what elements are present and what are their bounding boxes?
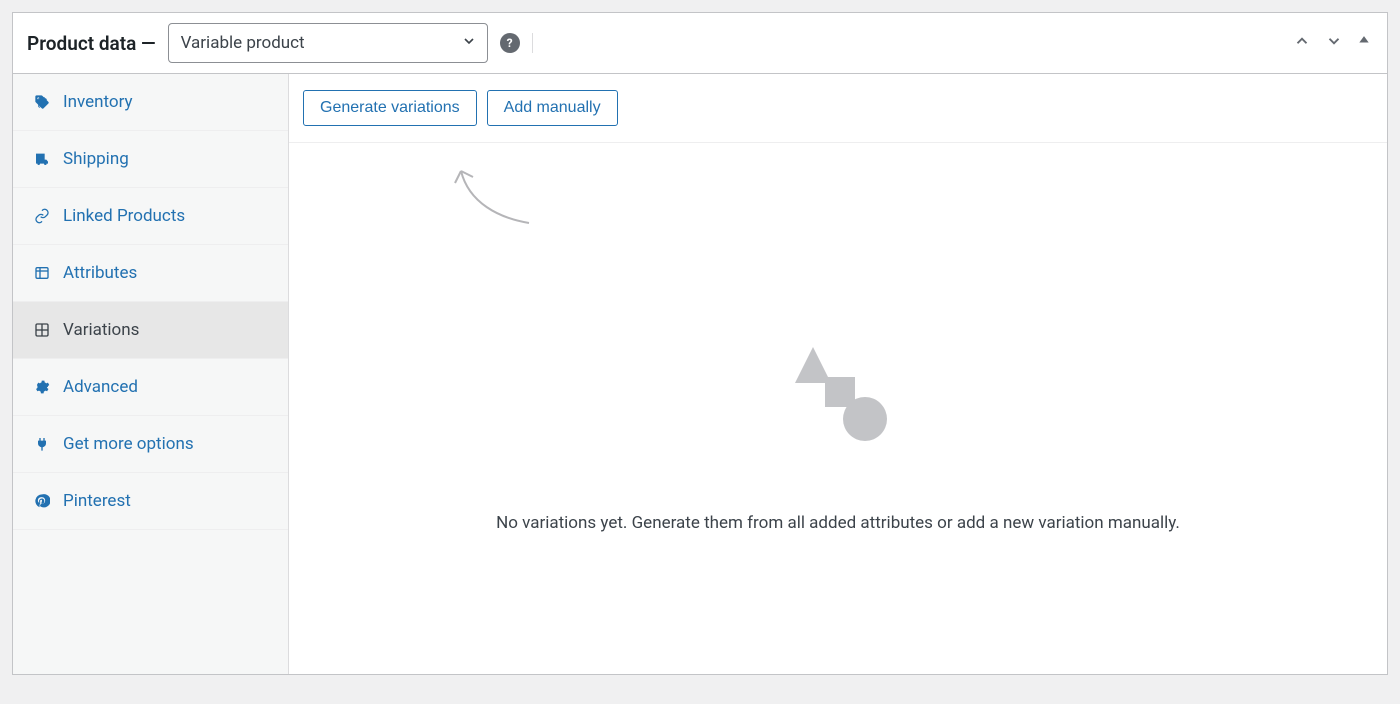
panel-body: Inventory Shipping Linked Products Attri…	[13, 74, 1387, 674]
shipping-icon	[33, 151, 51, 167]
sidebar-item-label: Inventory	[63, 92, 133, 112]
panel-header-actions	[1291, 30, 1373, 56]
empty-state: No variations yet. Generate them from al…	[289, 143, 1387, 674]
plug-icon	[33, 436, 51, 452]
empty-state-text: No variations yet. Generate them from al…	[496, 511, 1180, 537]
panel-header: Product data — Variable product ?	[13, 13, 1387, 74]
sidebar-item-linked-products[interactable]: Linked Products	[13, 188, 288, 245]
empty-shapes-icon	[783, 347, 893, 451]
sidebar-item-advanced[interactable]: Advanced	[13, 359, 288, 416]
attributes-icon	[33, 265, 51, 281]
sidebar-item-pinterest[interactable]: Pinterest	[13, 473, 288, 530]
sidebar-item-label: Linked Products	[63, 206, 185, 226]
sidebar: Inventory Shipping Linked Products Attri…	[13, 74, 289, 674]
hint-arrow-icon	[449, 163, 539, 237]
sidebar-item-inventory[interactable]: Inventory	[13, 74, 288, 131]
product-type-select[interactable]: Variable product	[168, 23, 488, 63]
pinterest-icon	[33, 493, 51, 509]
content-toolbar: Generate variations Add manually	[289, 74, 1387, 143]
header-divider	[532, 33, 533, 53]
panel-title: Product data —	[27, 32, 156, 55]
help-icon[interactable]: ?	[500, 33, 520, 53]
sidebar-item-get-more-options[interactable]: Get more options	[13, 416, 288, 473]
sidebar-item-label: Advanced	[63, 377, 138, 397]
variations-icon	[33, 322, 51, 338]
sidebar-item-shipping[interactable]: Shipping	[13, 131, 288, 188]
gear-icon	[33, 379, 51, 395]
add-manually-button[interactable]: Add manually	[487, 90, 618, 126]
sidebar-item-label: Variations	[63, 320, 139, 340]
sidebar-item-variations[interactable]: Variations	[13, 302, 288, 359]
content-area: Generate variations Add manually	[289, 74, 1387, 674]
link-icon	[33, 208, 51, 224]
sidebar-item-label: Pinterest	[63, 491, 131, 511]
product-data-panel: Product data — Variable product ?	[12, 12, 1388, 675]
sidebar-item-label: Attributes	[63, 263, 137, 283]
sidebar-item-label: Shipping	[63, 149, 129, 169]
product-type-value: Variable product	[181, 33, 305, 53]
panel-down-button[interactable]	[1323, 30, 1345, 56]
panel-toggle-button[interactable]	[1355, 30, 1373, 56]
sidebar-item-attributes[interactable]: Attributes	[13, 245, 288, 302]
generate-variations-button[interactable]: Generate variations	[303, 90, 477, 126]
chevron-down-icon	[461, 33, 477, 53]
sidebar-item-label: Get more options	[63, 434, 194, 454]
inventory-icon	[33, 94, 51, 110]
panel-up-button[interactable]	[1291, 30, 1313, 56]
